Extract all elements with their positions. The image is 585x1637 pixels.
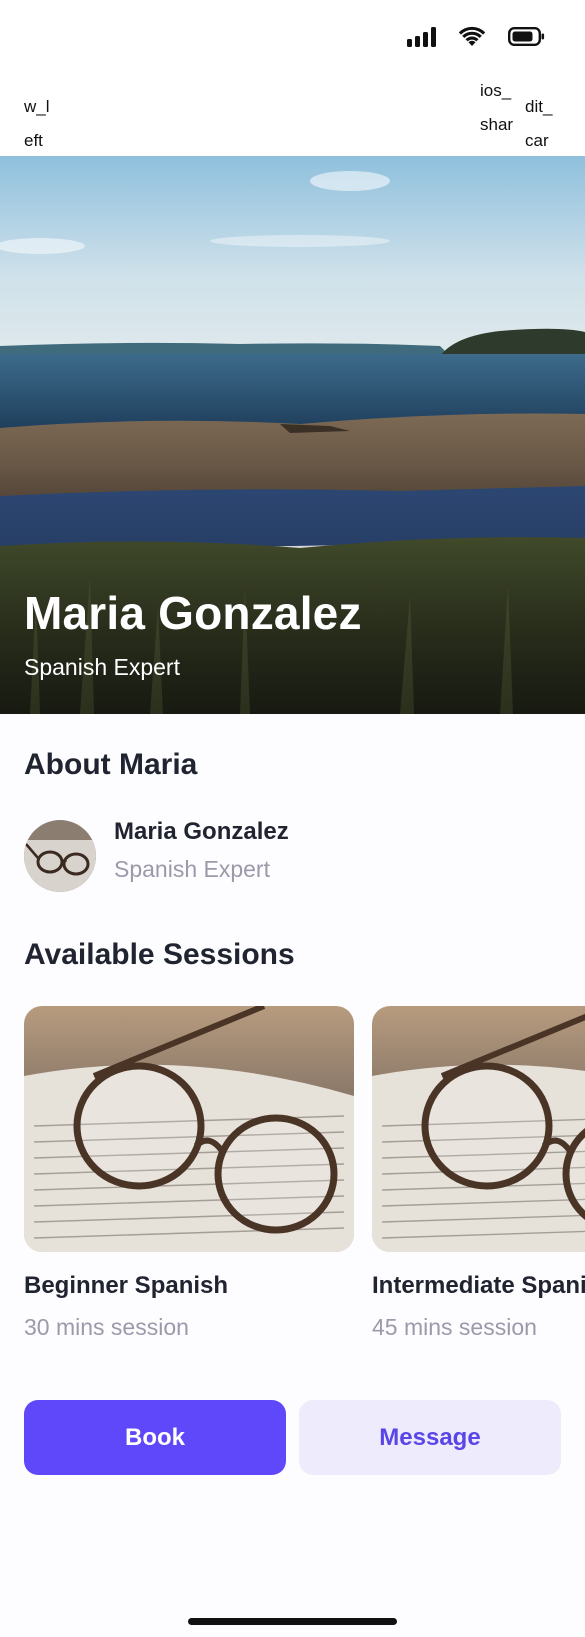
hero-title: Maria Gonzalez <box>24 587 362 639</box>
top-navigation: w_left_ ios_share dit_car <box>0 80 585 156</box>
status-bar <box>0 0 585 80</box>
sessions-section-title: Available Sessions <box>24 938 295 971</box>
session-card[interactable]: Intermediate Spanish 45 mins session <box>372 1006 585 1341</box>
back-button[interactable]: w_left_ <box>24 90 58 148</box>
tutor-profile-screen: w_left_ ios_share dit_car <box>0 0 585 1637</box>
battery-icon <box>508 27 545 46</box>
session-title: Intermediate Spanish <box>372 1272 585 1299</box>
session-card[interactable]: Beginner Spanish 30 mins session <box>24 1006 354 1341</box>
message-button[interactable]: Message <box>299 1400 561 1475</box>
tutor-name: Maria Gonzalez <box>114 818 289 845</box>
sessions-carousel[interactable]: Beginner Spanish 30 mins session Interme… <box>24 1006 585 1346</box>
tutor-role: Spanish Expert <box>114 856 270 882</box>
avatar[interactable] <box>24 820 96 892</box>
book-button[interactable]: Book <box>24 1400 286 1475</box>
session-duration: 30 mins session <box>24 1314 189 1340</box>
session-image <box>24 1006 354 1252</box>
avatar-glasses-image <box>24 820 96 892</box>
session-title: Beginner Spanish <box>24 1272 229 1299</box>
home-indicator <box>188 1618 397 1625</box>
about-section-title: About Maria <box>24 748 198 781</box>
session-image <box>372 1006 585 1252</box>
edit-button[interactable]: dit_car <box>525 90 559 148</box>
session-duration: 45 mins session <box>372 1314 537 1340</box>
signal-icon <box>407 26 436 47</box>
share-button[interactable]: ios_share <box>480 74 518 150</box>
wifi-icon <box>458 26 486 46</box>
hero-subtitle: Spanish Expert <box>24 654 180 680</box>
status-icons <box>407 26 545 47</box>
hero-banner: Maria Gonzalez Spanish Expert <box>0 156 585 714</box>
